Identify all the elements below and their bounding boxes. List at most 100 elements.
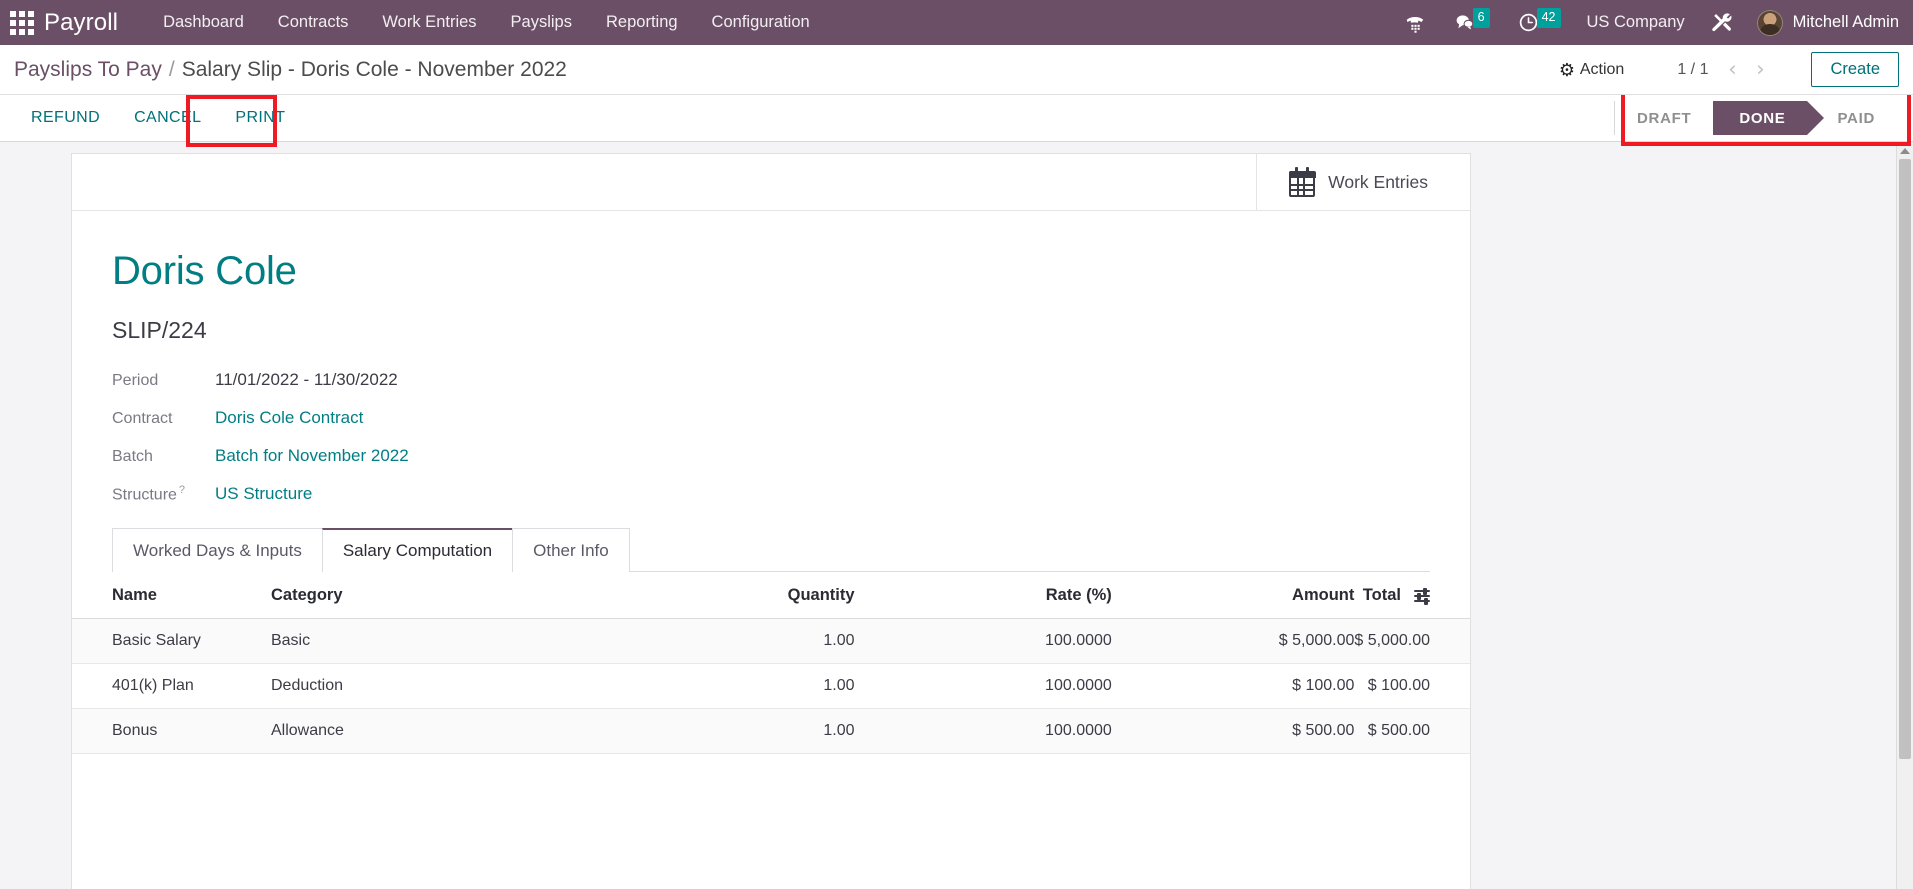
- breadcrumb-item-payslips-to-pay[interactable]: Payslips To Pay: [14, 58, 162, 82]
- column-header-rate[interactable]: Rate (%): [854, 572, 1112, 620]
- tab-other-info[interactable]: Other Info: [512, 528, 630, 573]
- column-header-name[interactable]: Name: [72, 572, 271, 620]
- field-label-period: Period: [112, 372, 159, 389]
- menu-item-payslips[interactable]: Payslips: [494, 0, 589, 45]
- scrollbar-thumb[interactable]: [1899, 159, 1911, 759]
- cell-total: $ 5,000.00: [1354, 618, 1470, 665]
- table-head: Name Category Quantity Rate (%) Amount T…: [72, 572, 1470, 620]
- field-row-structure: Structure? US Structure: [112, 484, 1430, 504]
- app-brand-payroll[interactable]: Payroll: [44, 9, 146, 37]
- top-navbar: Payroll Dashboard Contracts Work Entries…: [0, 0, 1913, 45]
- cell-name: Bonus: [72, 708, 271, 755]
- action-menu-button[interactable]: Action: [1549, 57, 1634, 83]
- field-value-structure[interactable]: US Structure: [215, 484, 312, 504]
- user-menu[interactable]: Mitchell Admin: [1747, 9, 1899, 36]
- status-bar-wrapper: DRAFT DONE PAID: [1614, 85, 1913, 146]
- page-title: Doris Cole: [112, 249, 297, 293]
- breadcrumb-current-record: Salary Slip - Doris Cole - November 2022: [181, 57, 567, 81]
- messages-menu[interactable]: 6: [1440, 0, 1504, 45]
- scroll-up-arrow-icon[interactable]: [1897, 142, 1913, 159]
- calendar-icon: [1288, 167, 1316, 197]
- table-row[interactable]: Bonus Allowance 1.00 100.0000 $ 500.00 $…: [72, 708, 1470, 755]
- clock-icon: [1519, 13, 1537, 32]
- control-panel: Payslips To Pay / Salary Slip - Doris Co…: [0, 45, 1913, 95]
- create-button[interactable]: Create: [1811, 52, 1899, 87]
- apps-grid-icon[interactable]: [0, 0, 44, 45]
- pager-counter: 1 / 1: [1677, 60, 1709, 78]
- pager: 1 / 1 ‹ ›: [1668, 59, 1773, 80]
- status-bar: DRAFT DONE PAID: [1614, 101, 1897, 135]
- smart-button-box: Work Entries: [72, 154, 1470, 211]
- notebook: Worked Days & Inputs Salary Computation …: [72, 528, 1470, 755]
- cell-rate: 100.0000: [854, 708, 1112, 755]
- user-name-label: Mitchell Admin: [1792, 13, 1899, 31]
- gear-icon: [1559, 63, 1573, 77]
- menu-item-contracts[interactable]: Contracts: [261, 0, 366, 45]
- column-header-total[interactable]: Total: [1354, 572, 1470, 620]
- pager-next-button[interactable]: ›: [1747, 59, 1773, 80]
- notebook-tabs: Worked Days & Inputs Salary Computation …: [112, 528, 1430, 573]
- print-button[interactable]: PRINT: [218, 99, 302, 137]
- cell-total: $ 100.00: [1354, 663, 1470, 710]
- menu-item-configuration[interactable]: Configuration: [695, 0, 827, 45]
- menu-item-work-entries[interactable]: Work Entries: [365, 0, 493, 45]
- breadcrumb-separator: /: [168, 57, 175, 81]
- cell-name: 401(k) Plan: [72, 663, 271, 710]
- company-switcher[interactable]: US Company: [1575, 13, 1697, 32]
- field-row-period: Period 11/01/2022 - 11/30/2022: [112, 370, 1430, 390]
- cell-amount: $ 500.00: [1111, 708, 1355, 755]
- field-value-batch[interactable]: Batch for November 2022: [215, 446, 409, 466]
- salary-computation-table: Name Category Quantity Rate (%) Amount T…: [72, 572, 1470, 755]
- form-body: Doris Cole SLIP/224 Period 11/01/2022 - …: [72, 211, 1470, 755]
- table-row[interactable]: 401(k) Plan Deduction 1.00 100.0000 $ 10…: [72, 663, 1470, 710]
- breadcrumb: Payslips To Pay / Salary Slip - Doris Co…: [14, 58, 567, 82]
- status-stage-done[interactable]: DONE: [1696, 101, 1825, 135]
- table-header-row: Name Category Quantity Rate (%) Amount T…: [72, 572, 1470, 620]
- field-label-structure-text: Structure: [112, 486, 177, 504]
- column-header-amount[interactable]: Amount: [1111, 572, 1355, 620]
- tab-worked-days-and-inputs[interactable]: Worked Days & Inputs: [112, 528, 323, 573]
- pager-previous-button[interactable]: ‹: [1719, 59, 1745, 80]
- cell-quantity: 1.00: [597, 663, 855, 710]
- sliders-options-icon[interactable]: [1414, 588, 1430, 606]
- tab-salary-computation[interactable]: Salary Computation: [321, 528, 514, 573]
- cell-amount: $ 5,000.00: [1111, 618, 1355, 665]
- control-panel-right: Action 1 / 1 ‹ › Create: [1549, 52, 1913, 87]
- column-header-category[interactable]: Category: [270, 572, 598, 620]
- column-header-quantity[interactable]: Quantity: [597, 572, 855, 620]
- cell-quantity: 1.00: [597, 708, 855, 755]
- cell-quantity: 1.00: [597, 618, 855, 665]
- cancel-button[interactable]: CANCEL: [117, 99, 218, 137]
- table-row[interactable]: Basic Salary Basic 1.00 100.0000 $ 5,000…: [72, 618, 1470, 665]
- tools-wrench-icon[interactable]: [1697, 0, 1747, 45]
- field-row-contract: Contract Doris Cole Contract: [112, 408, 1430, 428]
- field-label-structure: Structure?: [112, 484, 215, 504]
- field-row-batch: Batch Batch for November 2022: [112, 446, 1430, 466]
- field-value-contract[interactable]: Doris Cole Contract: [215, 408, 363, 428]
- action-menu-label: Action: [1579, 60, 1625, 78]
- content-area: Work Entries Doris Cole SLIP/224 Period …: [0, 142, 1913, 889]
- phone-dialpad-icon[interactable]: [1390, 0, 1440, 45]
- field-label-batch: Batch: [112, 448, 153, 465]
- form-statusbar-row: REFUND CANCEL PRINT DRAFT DONE PAID: [0, 85, 1913, 147]
- cell-category: Deduction: [270, 663, 598, 710]
- refund-button[interactable]: REFUND: [14, 99, 117, 137]
- cell-rate: 100.0000: [854, 663, 1112, 710]
- field-label-contract: Contract: [112, 410, 173, 427]
- chat-bubble-icon: [1456, 15, 1473, 30]
- form-sheet: Work Entries Doris Cole SLIP/224 Period …: [71, 153, 1471, 889]
- smart-button-work-entries[interactable]: Work Entries: [1256, 154, 1470, 211]
- form-scroll-container: Work Entries Doris Cole SLIP/224 Period …: [0, 142, 1896, 889]
- cell-rate: 100.0000: [854, 618, 1112, 665]
- form-action-buttons: REFUND CANCEL PRINT: [0, 95, 302, 147]
- table-body: Basic Salary Basic 1.00 100.0000 $ 5,000…: [72, 618, 1470, 755]
- help-question-icon[interactable]: ?: [179, 484, 185, 496]
- activities-menu[interactable]: 42: [1504, 0, 1575, 45]
- cell-name: Basic Salary: [72, 618, 271, 665]
- main-menu: Dashboard Contracts Work Entries Payslip…: [146, 0, 827, 45]
- menu-item-reporting[interactable]: Reporting: [589, 0, 695, 45]
- column-header-total-text: Total: [1362, 586, 1401, 605]
- menu-item-dashboard[interactable]: Dashboard: [146, 0, 261, 45]
- record-reference: SLIP/224: [112, 317, 207, 343]
- vertical-scrollbar[interactable]: [1896, 142, 1913, 889]
